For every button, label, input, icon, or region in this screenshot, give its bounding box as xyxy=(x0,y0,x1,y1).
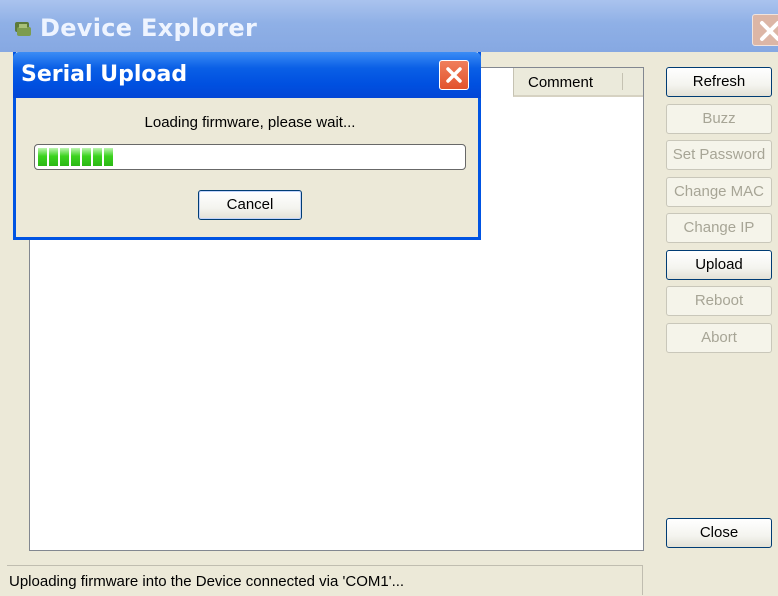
dialog-titlebar[interactable]: Serial Upload xyxy=(13,52,481,98)
progress-bar xyxy=(34,144,466,170)
progress-segment xyxy=(93,148,102,166)
main-titlebar[interactable]: Device Explorer xyxy=(0,0,778,52)
progress-segment xyxy=(104,148,113,166)
progress-segment xyxy=(82,148,91,166)
progress-segment xyxy=(60,148,69,166)
progress-segment xyxy=(38,148,47,166)
change-mac-button[interactable]: Change MAC xyxy=(666,177,772,207)
window-close-button[interactable] xyxy=(752,14,778,46)
upload-button[interactable]: Upload xyxy=(666,250,772,280)
status-text: Uploading firmware into the Device conne… xyxy=(9,573,405,590)
reboot-button[interactable]: Reboot xyxy=(666,286,772,316)
close-button[interactable]: Close xyxy=(666,518,772,548)
set-password-button[interactable]: Set Password xyxy=(666,140,772,170)
close-icon xyxy=(760,21,778,41)
buzz-button[interactable]: Buzz xyxy=(666,104,772,134)
progress-fill xyxy=(38,148,462,166)
status-panel: Uploading firmware into the Device conne… xyxy=(7,565,643,595)
status-bar: Uploading firmware into the Device conne… xyxy=(7,565,778,596)
dialog-title: Serial Upload xyxy=(21,62,188,87)
progress-segment xyxy=(49,148,58,166)
app-icon xyxy=(15,22,31,36)
serial-upload-dialog: Serial Upload Loading firmware, please w… xyxy=(13,52,481,240)
progress-segment xyxy=(71,148,80,166)
window-title: Device Explorer xyxy=(40,14,258,42)
refresh-button[interactable]: Refresh xyxy=(666,67,772,97)
column-header-label: Comment xyxy=(528,74,594,91)
dialog-close-button[interactable] xyxy=(439,60,469,90)
dialog-message: Loading firmware, please wait... xyxy=(144,114,356,131)
cancel-button[interactable]: Cancel xyxy=(198,190,302,220)
change-ip-button[interactable]: Change IP xyxy=(666,213,772,243)
close-icon xyxy=(446,67,462,83)
abort-button[interactable]: Abort xyxy=(666,323,772,353)
column-divider xyxy=(622,73,623,90)
column-header-comment[interactable]: Comment xyxy=(513,68,643,97)
